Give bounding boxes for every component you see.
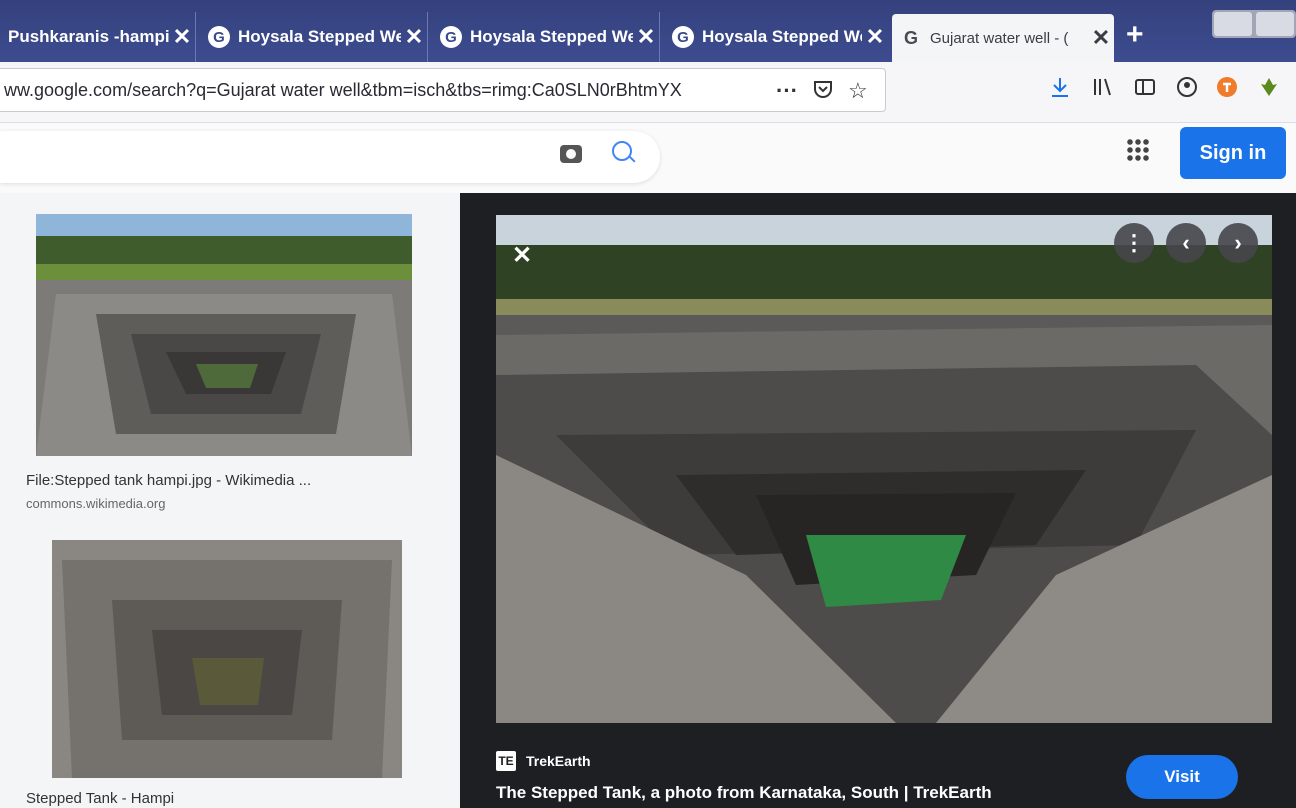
tab-close-icon[interactable]: ✕: [862, 24, 888, 50]
window-controls[interactable]: [1212, 10, 1296, 38]
tab-pushkaranis[interactable]: Pushkaranis -hampi ✕: [0, 12, 196, 62]
tab-hoysala-1[interactable]: G Hoysala Stepped We ✕: [200, 12, 428, 62]
addon-orange-icon[interactable]: [1216, 76, 1238, 104]
tab-close-icon[interactable]: ✕: [633, 24, 659, 50]
page-actions-icon[interactable]: ···: [776, 78, 798, 104]
download-icon[interactable]: [1050, 76, 1070, 104]
sidebar-icon[interactable]: [1134, 76, 1156, 104]
result-caption-2[interactable]: Stepped Tank - Hampi: [26, 790, 174, 807]
library-icon[interactable]: [1092, 76, 1114, 104]
tab-label: Hoysala Stepped We: [470, 27, 633, 46]
result-image-2[interactable]: [52, 540, 402, 778]
tab-hoysala-3[interactable]: G Hoysala Stepped We ✕: [664, 12, 888, 62]
result-caption-1[interactable]: File:Stepped tank hampi.jpg - Wikimedia …: [26, 472, 311, 489]
tab-label: Pushkaranis -hampi: [8, 27, 169, 46]
stepped-tank-large-photo: [496, 215, 1272, 723]
tab-close-icon[interactable]: ✕: [169, 24, 195, 50]
stepped-tank-photo: [52, 540, 402, 778]
more-options-icon[interactable]: ⋮: [1114, 223, 1154, 263]
google-favicon-icon: G: [903, 27, 918, 48]
previous-image-icon[interactable]: ‹: [1166, 223, 1206, 263]
new-tab-button[interactable]: +: [1126, 18, 1144, 52]
tab-close-icon[interactable]: ✕: [401, 24, 427, 50]
stepped-tank-photo: [36, 214, 412, 456]
tab-label: Hoysala Stepped We: [702, 27, 862, 46]
apps-grid-icon[interactable]: [1126, 138, 1150, 162]
search-icon[interactable]: [612, 141, 632, 161]
close-preview-icon[interactable]: ✕: [512, 241, 532, 270]
tab-hoysala-2[interactable]: G Hoysala Stepped We ✕: [432, 12, 660, 62]
next-image-icon[interactable]: ›: [1218, 223, 1258, 263]
result-source-1[interactable]: commons.wikimedia.org: [26, 496, 165, 511]
tab-gujarat-active[interactable]: G Gujarat water well - ( ✕: [892, 14, 1114, 62]
preview-source-name[interactable]: TrekEarth: [526, 753, 591, 769]
google-favicon-icon: G: [672, 26, 694, 48]
google-favicon-icon: G: [440, 26, 462, 48]
minimize-icon[interactable]: [1214, 12, 1252, 36]
visit-button[interactable]: Visit: [1126, 755, 1238, 799]
pocket-icon[interactable]: [812, 78, 834, 106]
nav-bar: ww.google.com/search?q=Gujarat water wel…: [0, 62, 1296, 123]
camera-icon[interactable]: [560, 145, 582, 163]
tab-strip: Pushkaranis -hampi ✕ G Hoysala Stepped W…: [0, 0, 1296, 62]
tab-label: Gujarat water well - (: [930, 29, 1069, 47]
preview-image[interactable]: [496, 215, 1272, 723]
bookmark-star-icon[interactable]: ☆: [848, 78, 868, 104]
sign-in-button[interactable]: Sign in: [1180, 127, 1286, 179]
account-icon[interactable]: [1176, 76, 1198, 104]
maximize-icon[interactable]: [1256, 12, 1294, 36]
google-header: [0, 123, 1296, 193]
url-bar[interactable]: ww.google.com/search?q=Gujarat water wel…: [0, 68, 886, 112]
url-text[interactable]: ww.google.com/search?q=Gujarat water wel…: [4, 80, 724, 101]
image-preview-panel: ✕ ⋮ ‹ › TE TrekEarth The Stepped Tank, a…: [460, 193, 1296, 808]
trekearth-logo-icon: TE: [496, 751, 516, 771]
preview-title[interactable]: The Stepped Tank, a photo from Karnataka…: [496, 783, 992, 803]
search-box[interactable]: [0, 131, 660, 183]
google-favicon-icon: G: [208, 26, 230, 48]
result-image-1[interactable]: [36, 214, 412, 456]
tab-label: Hoysala Stepped We: [238, 27, 401, 46]
tab-close-icon[interactable]: ✕: [1088, 25, 1114, 51]
addon-green-icon[interactable]: [1258, 76, 1280, 104]
